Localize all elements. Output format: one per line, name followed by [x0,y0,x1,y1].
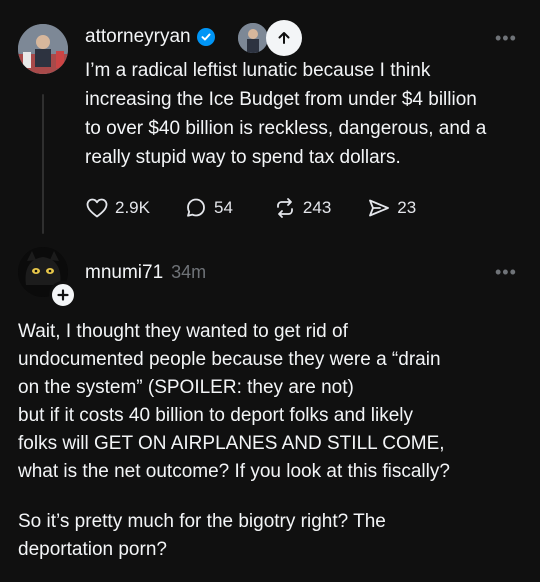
post-more-icon[interactable]: ••• [495,28,517,49]
author-username[interactable]: attorneyryan [85,26,191,48]
arrow-up-icon [278,32,290,44]
like-count: 2.9K [115,198,150,217]
share-count: 23 [397,198,417,217]
reply-button[interactable]: 54 [184,196,233,220]
mini-avatar[interactable] [236,21,270,55]
reply-paragraph-2: So it’s pretty much for the bigotry righ… [18,511,386,560]
reply-username[interactable]: mnumi71 [85,262,163,284]
verified-badge-icon [196,28,215,46]
thread-line [42,94,44,234]
send-icon [369,199,390,217]
reply-more-icon[interactable]: ••• [495,262,517,283]
plus-icon [57,289,69,301]
comment-icon [187,198,205,217]
heart-icon [86,198,108,218]
author-avatar[interactable] [18,24,68,74]
follow-plus-button[interactable] [49,281,77,309]
like-button[interactable]: 2.9K [85,196,150,220]
reply-paragraph-1: Wait, I thought they wanted to get rid o… [18,321,450,482]
follow-button[interactable] [266,20,302,56]
repost-icon [277,198,293,218]
reply-timestamp: 34m [171,262,207,282]
repost-count: 243 [302,198,332,217]
post-text: I’m a radical leftist lunatic because I … [85,60,487,168]
reply-count: 54 [213,198,233,217]
repost-button[interactable]: 243 [273,196,331,220]
share-button[interactable]: 23 [367,196,416,220]
